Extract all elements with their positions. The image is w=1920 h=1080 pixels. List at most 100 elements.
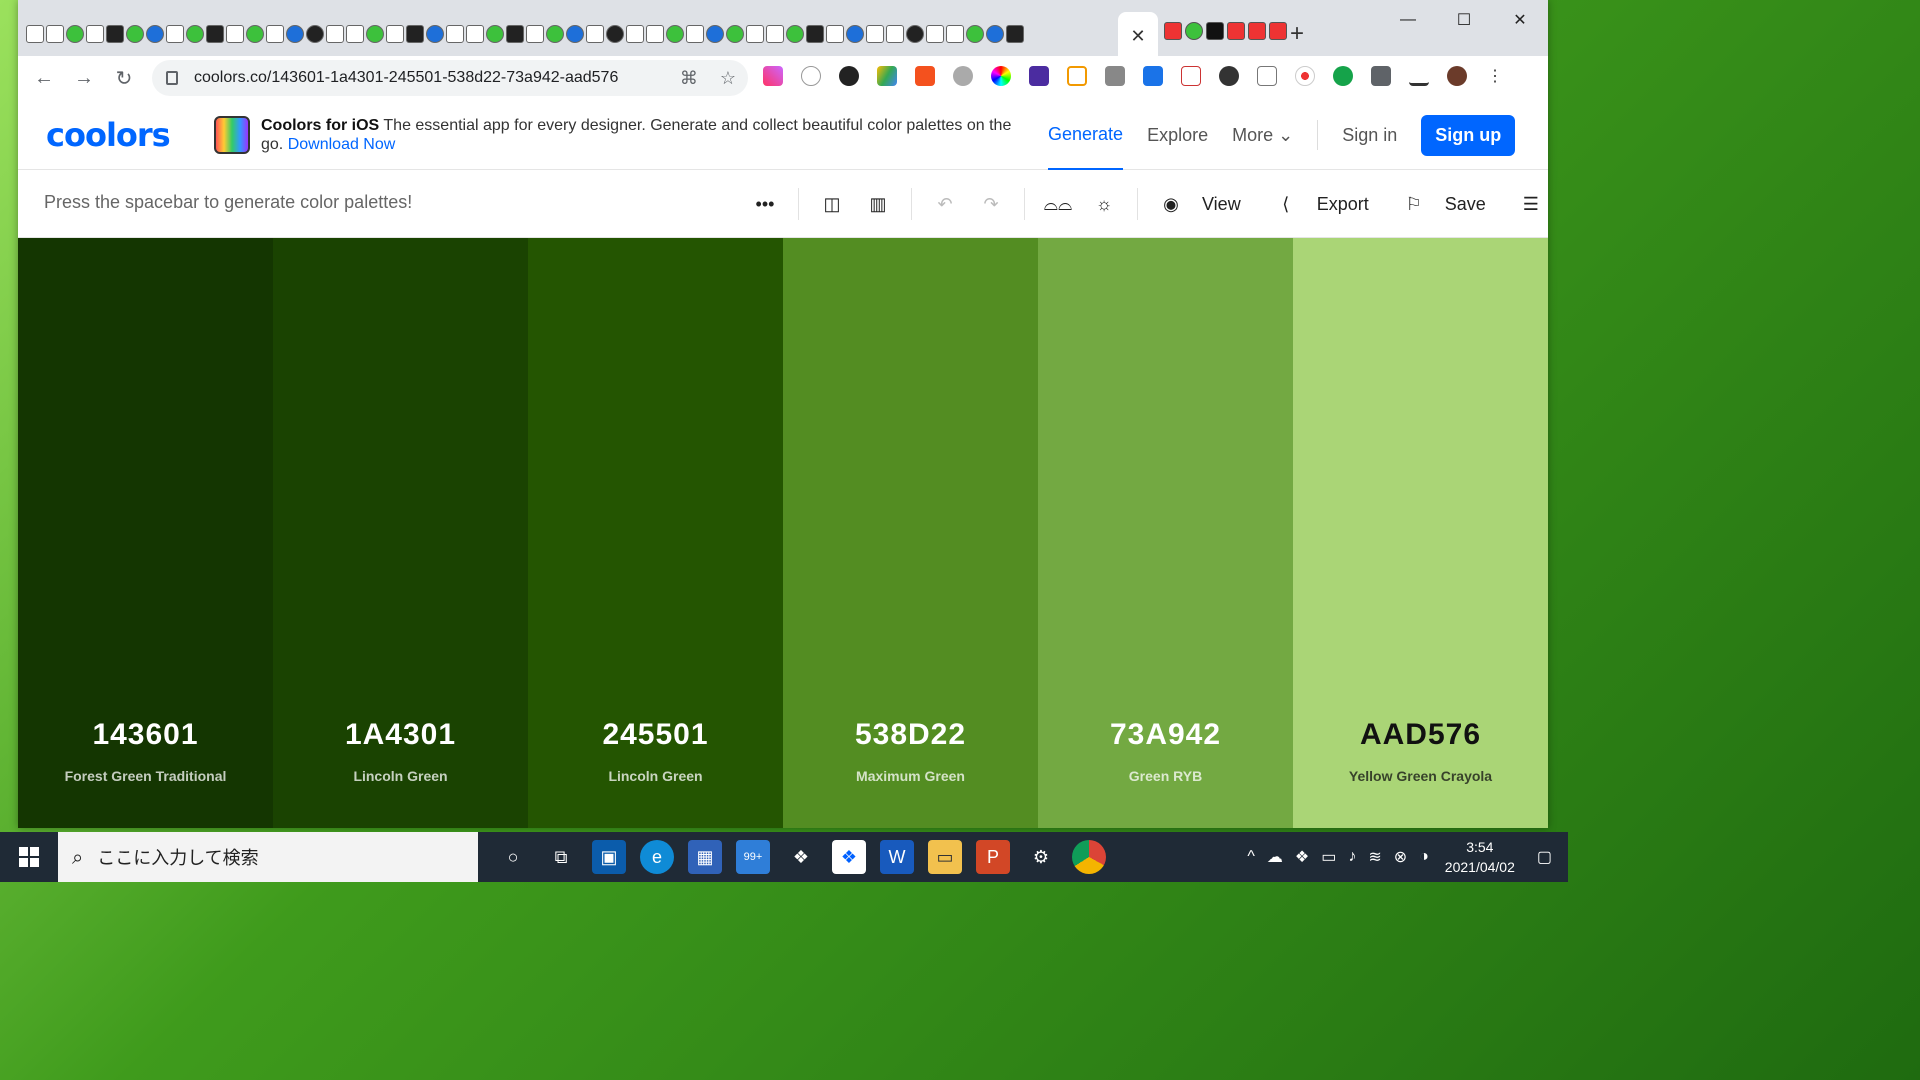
save-button[interactable]: Save [1445, 194, 1486, 215]
battery-icon[interactable]: ▭ [1321, 847, 1336, 867]
nav-generate[interactable]: Generate [1048, 100, 1124, 170]
swatch-color-name[interactable]: Green RYB [1038, 768, 1293, 784]
menu-dots-icon[interactable]: ⋮ [1485, 66, 1505, 86]
bookmark-icon[interactable]: ⚐ [1391, 194, 1437, 215]
color-swatch[interactable]: AAD576 Yellow Green Crayola [1293, 238, 1548, 828]
maximize-button[interactable]: ☐ [1436, 0, 1492, 40]
word-icon[interactable]: W [880, 840, 914, 874]
notification-icon[interactable]: ▢ [1537, 847, 1552, 867]
color-swatch[interactable]: 1A4301 Lincoln Green [273, 238, 528, 828]
edge-icon[interactable]: e [640, 840, 674, 874]
extension-icon[interactable] [1219, 66, 1239, 86]
back-arrow-icon[interactable]: ← [24, 67, 64, 90]
swatch-hex-code[interactable]: 143601 [18, 718, 273, 752]
file-explorer-icon[interactable]: ▭ [928, 840, 962, 874]
extension-icon[interactable] [1181, 66, 1201, 86]
taskbar-search[interactable]: ⌕ ここに入力して検索 [58, 832, 478, 882]
extension-icon[interactable] [1333, 66, 1353, 86]
sign-in-link[interactable]: Sign in [1342, 125, 1397, 146]
extension-icon[interactable] [1257, 66, 1277, 86]
eye-icon[interactable]: ◉ [1148, 194, 1194, 215]
minimize-button[interactable]: — [1380, 0, 1436, 40]
camera-icon[interactable] [1105, 66, 1125, 86]
swatch-color-name[interactable]: Lincoln Green [528, 768, 783, 784]
media-icon[interactable] [1409, 66, 1429, 86]
taskbar-search-placeholder: ここに入力して検索 [97, 848, 259, 869]
swatch-hex-code[interactable]: 73A942 [1038, 718, 1293, 752]
record-icon[interactable] [1295, 66, 1315, 86]
extension-icon[interactable] [801, 66, 821, 86]
address-bar[interactable]: coolors.co/143601-1a4301-245501-538d22-7… [152, 60, 748, 96]
swatch-color-name[interactable]: Forest Green Traditional [18, 768, 273, 784]
task-view-icon[interactable]: ⧉ [544, 840, 578, 874]
color-wheel-icon[interactable] [991, 66, 1011, 86]
reload-icon[interactable]: ↻ [104, 66, 144, 91]
tray-app-icon[interactable]: ❖ [1295, 847, 1309, 867]
swatch-color-name[interactable]: Maximum Green [783, 768, 1038, 784]
pinned-tabs[interactable] [26, 20, 1106, 48]
extension-icon[interactable] [1029, 66, 1049, 86]
color-swatch[interactable]: 538D22 Maximum Green [783, 238, 1038, 828]
swatch-hex-code[interactable]: 1A4301 [273, 718, 528, 752]
color-swatch[interactable]: 245501 Lincoln Green [528, 238, 783, 828]
more-options-icon[interactable]: ••• [742, 194, 788, 215]
hamburger-menu-icon[interactable]: ☰ [1508, 194, 1554, 215]
chrome-icon[interactable] [1072, 840, 1106, 874]
download-icon[interactable] [1143, 66, 1163, 86]
mail-icon[interactable]: 99+ [736, 840, 770, 874]
coolors-logo[interactable]: coolors [46, 116, 171, 154]
download-now-link[interactable]: Download Now [288, 136, 396, 153]
ime-icon[interactable]: ◑ [1419, 848, 1429, 866]
cortana-icon[interactable]: ○ [496, 840, 530, 874]
color-swatch[interactable]: 73A942 Green RYB [1038, 238, 1293, 828]
redo-icon[interactable]: ↷ [968, 194, 1014, 215]
swatch-color-name[interactable]: Lincoln Green [273, 768, 528, 784]
dropbox-icon[interactable]: ❖ [784, 840, 818, 874]
swatch-hex-code[interactable]: AAD576 [1293, 718, 1548, 752]
swatch-color-name[interactable]: Yellow Green Crayola [1293, 768, 1548, 784]
active-tab[interactable]: ✕ [1118, 12, 1158, 60]
nav-explore[interactable]: Explore [1147, 125, 1208, 146]
extension-icon[interactable] [763, 66, 783, 86]
extension-icon[interactable] [915, 66, 935, 86]
swatch-hex-code[interactable]: 245501 [528, 718, 783, 752]
sign-up-button[interactable]: Sign up [1421, 114, 1516, 156]
bookmark-star-icon[interactable]: ☆ [720, 68, 736, 89]
crop-icon[interactable] [1067, 66, 1087, 86]
volume-icon[interactable]: ♪ [1348, 848, 1356, 866]
share-icon[interactable]: ⟨ [1263, 194, 1309, 215]
camera-icon[interactable]: ◫ [809, 194, 855, 215]
close-tab-icon[interactable]: ✕ [1130, 26, 1145, 47]
forward-arrow-icon[interactable]: → [64, 67, 104, 90]
more-tabs[interactable] [1164, 22, 1287, 40]
calculator-icon[interactable]: ▦ [688, 840, 722, 874]
wifi-icon[interactable]: ≋ [1368, 847, 1381, 867]
onedrive-icon[interactable]: ☁ [1267, 847, 1283, 867]
powerpoint-icon[interactable]: P [976, 840, 1010, 874]
undo-icon[interactable]: ↶ [922, 194, 968, 215]
brightness-icon[interactable]: ☼ [1081, 194, 1127, 215]
color-swatch[interactable]: 143601 Forest Green Traditional [18, 238, 273, 828]
start-button[interactable] [0, 832, 58, 882]
dropbox-app-icon[interactable]: ❖ [832, 840, 866, 874]
url-text[interactable]: coolors.co/143601-1a4301-245501-538d22-7… [194, 69, 618, 87]
tray-close-icon[interactable]: ⊗ [1394, 847, 1407, 867]
clock[interactable]: 3:54 2021/04/02 [1445, 837, 1515, 877]
nav-more[interactable]: More ⌄ [1232, 125, 1293, 146]
extension-icon[interactable] [953, 66, 973, 86]
view-button[interactable]: View [1202, 194, 1241, 215]
extension-icon[interactable] [839, 66, 859, 86]
translate-icon[interactable]: ⌘ [680, 68, 698, 89]
drive-icon[interactable] [877, 66, 897, 86]
split-view-icon[interactable]: ▥ [855, 194, 901, 215]
swatch-hex-code[interactable]: 538D22 [783, 718, 1038, 752]
chevron-up-icon[interactable]: ^ [1247, 848, 1255, 866]
new-tab-button[interactable]: + [1290, 20, 1304, 48]
puzzle-icon[interactable] [1371, 66, 1391, 86]
export-button[interactable]: Export [1317, 194, 1369, 215]
store-icon[interactable]: ▣ [592, 840, 626, 874]
profile-avatar[interactable] [1447, 66, 1467, 86]
close-window-button[interactable]: ✕ [1492, 0, 1548, 40]
glasses-icon[interactable]: ⌓⌓ [1035, 194, 1081, 215]
settings-gear-icon[interactable]: ⚙ [1024, 840, 1058, 874]
